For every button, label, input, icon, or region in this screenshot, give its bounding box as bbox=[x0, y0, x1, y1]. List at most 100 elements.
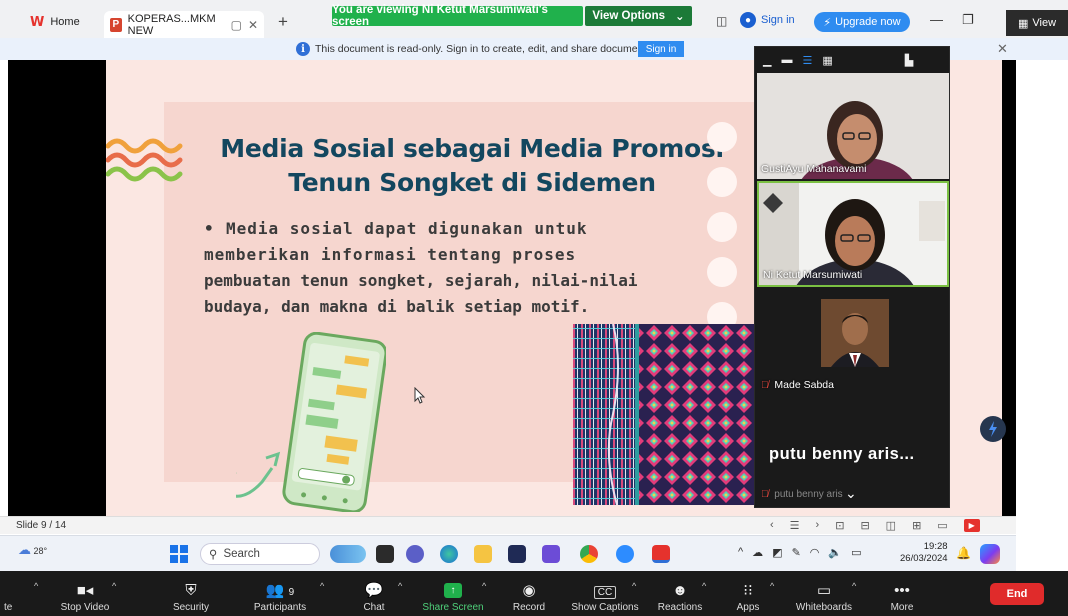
wps-logo-icon: W bbox=[30, 14, 45, 30]
video-options-caret-icon[interactable]: ^ bbox=[112, 581, 116, 591]
end-meeting-button[interactable]: End bbox=[990, 583, 1044, 605]
participant-tile-made-sabda[interactable]: 🎙̸ Made Sabda bbox=[757, 291, 949, 397]
speaker-view-icon[interactable]: ▬ bbox=[781, 54, 792, 66]
prev-slide-icon[interactable]: ‹ bbox=[770, 519, 774, 532]
battery-icon[interactable]: ▭ bbox=[851, 546, 861, 559]
wifi-icon[interactable]: ◠ bbox=[810, 546, 820, 559]
tab-home[interactable]: W Home bbox=[30, 9, 80, 35]
body-line-4: budaya, dan makna di balik setiap motif. bbox=[204, 297, 590, 316]
reading-mode-icon[interactable]: ◫ bbox=[716, 14, 727, 28]
participant-tile-gustiayu[interactable]: GustiAyu Mahanavami bbox=[757, 73, 949, 179]
store-icon[interactable] bbox=[508, 545, 526, 563]
audio-options-caret-icon[interactable]: ^ bbox=[34, 581, 38, 591]
app-tray-icon[interactable]: ◩ bbox=[772, 546, 782, 559]
app-icon[interactable] bbox=[542, 545, 560, 563]
scroll-down-chevron-icon[interactable]: ⌄ bbox=[845, 485, 857, 502]
zoom-view-button[interactable]: ▦ View bbox=[1006, 10, 1068, 36]
restore-button[interactable]: ❐ bbox=[962, 12, 974, 28]
truncated-control[interactable]: te bbox=[4, 571, 12, 616]
volume-icon[interactable]: 🔈 bbox=[828, 546, 842, 559]
fit-icon[interactable]: ⊡ bbox=[835, 519, 844, 532]
lightning-icon: ⚡ bbox=[823, 16, 832, 29]
zoom-app-icon[interactable] bbox=[616, 545, 634, 563]
participant-name-row: 🎙̸ Made Sabda bbox=[761, 379, 834, 391]
taskbar-search[interactable]: ⚲ Search bbox=[200, 543, 320, 565]
share-screen-button[interactable]: ↑ Share Screen bbox=[420, 571, 486, 616]
strip-view-icon[interactable]: ☰ bbox=[802, 54, 812, 67]
edge-icon[interactable] bbox=[440, 545, 458, 563]
status-bar-controls: ‹ ☰ › ⊡ ⊟ ◫ ⊞ ▭ ▶ bbox=[770, 519, 980, 532]
temperature: 28° bbox=[33, 546, 48, 556]
cloud-icon[interactable]: ☁ bbox=[752, 546, 763, 559]
share-caret-icon[interactable]: ^ bbox=[482, 581, 486, 591]
apps-button[interactable]: ⁝⁝ Apps bbox=[730, 571, 766, 616]
pop-out-icon[interactable]: ▙ bbox=[905, 54, 913, 67]
decor-dot bbox=[707, 122, 737, 152]
search-label: Search bbox=[223, 548, 260, 560]
play-slideshow-icon[interactable]: ▶ bbox=[963, 519, 980, 532]
taskbar-widget-icon[interactable] bbox=[330, 545, 366, 563]
chrome-icon[interactable] bbox=[580, 545, 598, 563]
notification-bell-icon[interactable]: 🔔 bbox=[956, 546, 971, 560]
view-options-button[interactable]: View Options ⌄ bbox=[585, 6, 692, 26]
windows-start-icon[interactable] bbox=[170, 545, 188, 563]
captions-caret-icon[interactable]: ^ bbox=[632, 581, 636, 591]
tab-document[interactable]: P KOPERAS...MKM NEW ▢ ✕ bbox=[104, 11, 264, 38]
infobar-close-icon[interactable]: ✕ bbox=[997, 41, 1008, 57]
minimize-gallery-icon[interactable]: ▁ bbox=[763, 54, 771, 67]
upgrade-label: Upgrade now bbox=[835, 16, 901, 28]
reactions-button[interactable]: ☻ Reactions bbox=[654, 571, 706, 616]
sign-in-button[interactable]: ● Sign in bbox=[740, 12, 795, 28]
share-screen-label: Share Screen bbox=[422, 602, 484, 613]
zoom-floating-badge-icon[interactable] bbox=[980, 416, 1006, 442]
security-button[interactable]: ⛨ Security bbox=[166, 571, 216, 616]
sorter-view-icon[interactable]: ⊞ bbox=[912, 519, 921, 532]
shield-icon: ⛨ bbox=[185, 582, 197, 599]
tab-comment-icon[interactable]: ▢ bbox=[231, 18, 242, 32]
pen-icon[interactable]: ✎ bbox=[792, 546, 801, 559]
gallery-grid-icon[interactable]: ▦ bbox=[822, 54, 832, 67]
browser-tab-bar: W Home P KOPERAS...MKM NEW ▢ ✕ + You are… bbox=[0, 0, 1068, 38]
chat-button[interactable]: 💬 Chat bbox=[356, 571, 392, 616]
decor-dot bbox=[707, 167, 737, 197]
participant-name-large: putu benny aris... bbox=[769, 445, 915, 463]
songket-textile-image bbox=[573, 324, 754, 505]
system-clock[interactable]: 19:28 26/03/2024 bbox=[900, 541, 948, 565]
teams-chat-icon[interactable] bbox=[406, 545, 424, 563]
file-explorer-icon[interactable] bbox=[474, 545, 492, 563]
whiteboards-button[interactable]: ▭ Whiteboards bbox=[788, 571, 860, 616]
normal-view-icon[interactable]: ◫ bbox=[886, 519, 896, 532]
more-dots-icon: ••• bbox=[894, 582, 910, 599]
infobar-sign-in-button[interactable]: Sign in bbox=[638, 41, 684, 57]
weather-widget[interactable]: ☁ 28° bbox=[18, 542, 47, 558]
presentation-status-bar: Slide 9 / 14 ‹ ☰ › ⊡ ⊟ ◫ ⊞ ▭ ▶ bbox=[0, 516, 1016, 534]
task-view-icon[interactable] bbox=[376, 545, 394, 563]
more-button[interactable]: ••• More bbox=[884, 571, 920, 616]
participants-caret-icon[interactable]: ^ bbox=[320, 581, 324, 591]
minimize-button[interactable]: — bbox=[930, 12, 943, 27]
record-button[interactable]: ◉ Record bbox=[508, 571, 550, 616]
wps-app-icon[interactable] bbox=[652, 545, 670, 563]
slide-list-icon[interactable]: ☰ bbox=[790, 519, 800, 532]
notes-icon[interactable]: ⊟ bbox=[860, 519, 869, 532]
apps-caret-icon[interactable]: ^ bbox=[770, 581, 774, 591]
stop-video-label: Stop Video bbox=[60, 602, 110, 613]
show-captions-button[interactable]: CC Show Captions bbox=[566, 571, 644, 616]
new-tab-button[interactable]: + bbox=[278, 12, 288, 32]
tab-close-icon[interactable]: ✕ bbox=[248, 18, 258, 32]
whiteboards-caret-icon[interactable]: ^ bbox=[852, 581, 856, 591]
participant-name: GustiAyu Mahanavami bbox=[761, 163, 867, 175]
captions-icon: CC bbox=[593, 586, 617, 599]
participants-button[interactable]: 👥 9 Participants bbox=[248, 571, 312, 616]
slide-body: • Media sosial dapat digunakan untuk mem… bbox=[204, 216, 704, 320]
show-hidden-icons[interactable]: ^ bbox=[738, 546, 743, 559]
stop-video-button[interactable]: ■◂ Stop Video bbox=[54, 571, 116, 616]
next-slide-icon[interactable]: › bbox=[816, 519, 820, 532]
chat-caret-icon[interactable]: ^ bbox=[398, 581, 402, 591]
reading-view-icon[interactable]: ▭ bbox=[937, 519, 947, 532]
copilot-icon[interactable] bbox=[980, 544, 1000, 564]
reactions-caret-icon[interactable]: ^ bbox=[702, 581, 706, 591]
participant-tile-ni-ketut[interactable]: Ni Ketut Marsumiwati bbox=[757, 181, 949, 287]
upgrade-button[interactable]: ⚡ Upgrade now bbox=[814, 12, 910, 32]
letterbox-right bbox=[1002, 60, 1016, 516]
